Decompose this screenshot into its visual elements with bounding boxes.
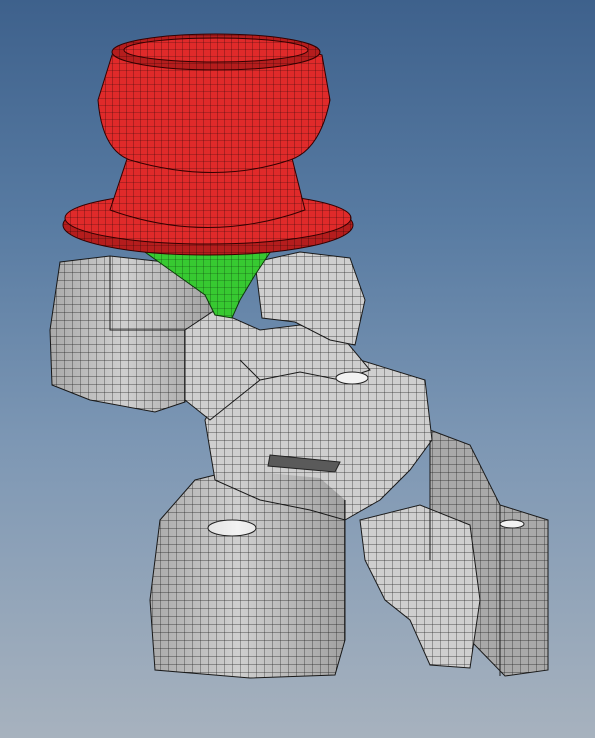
fe-mesh-model[interactable] xyxy=(0,0,595,738)
bushing-cap-part[interactable] xyxy=(62,33,354,256)
graphics-viewport[interactable] xyxy=(0,0,595,738)
bracket-part[interactable] xyxy=(49,251,549,679)
